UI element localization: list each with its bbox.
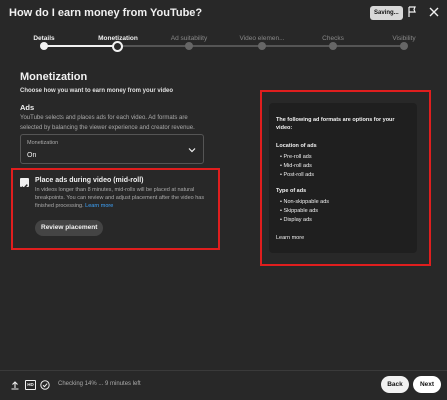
midroll-learn-more-link[interactable]: Learn more	[85, 203, 113, 209]
section-subtitle: Choose how you want to earn money from y…	[20, 88, 174, 94]
type-item: • Skippable ads	[280, 208, 319, 214]
monetization-dropdown[interactable]: Monetization On	[20, 134, 204, 164]
midroll-description: In videos longer than 8 minutes, mid-rol…	[35, 186, 215, 210]
dropdown-value: On	[27, 152, 37, 159]
location-heading: Location of ads	[276, 143, 317, 149]
step-label-video-elements[interactable]: Video elemen...	[239, 35, 284, 42]
ads-description: YouTube selects and places ads for each …	[20, 115, 195, 131]
midroll-checkbox[interactable]	[20, 178, 29, 190]
dropdown-label: Monetization	[27, 140, 59, 146]
location-item-text: Pre-roll ads	[283, 154, 312, 160]
ad-formats-intro: The following ad formats are options for…	[276, 117, 395, 131]
step-dot-monetization[interactable]	[112, 41, 123, 52]
back-button[interactable]: Back	[381, 376, 409, 393]
section-title: Monetization	[20, 71, 88, 83]
step-dot-video-elements[interactable]	[258, 42, 266, 50]
step-label-details[interactable]: Details	[33, 35, 54, 42]
dialog-title: How do I earn money from YouTube?	[9, 7, 203, 19]
type-item-text: Display ads	[283, 217, 312, 223]
step-dot-details[interactable]	[40, 42, 48, 50]
check-circle-icon[interactable]	[40, 380, 50, 390]
location-item: • Mid-roll ads	[280, 163, 312, 169]
processing-status: Checking 14% ... 9 minutes left	[58, 381, 141, 387]
type-item-text: Non-skippable ads	[283, 199, 330, 205]
location-item: • Post-roll ads	[280, 172, 315, 178]
location-item-text: Mid-roll ads	[283, 163, 312, 169]
type-item-text: Skippable ads	[283, 208, 319, 214]
step-label-checks[interactable]: Checks	[322, 35, 344, 42]
checkmark-icon	[21, 184, 28, 190]
step-dot-ad-suitability[interactable]	[185, 42, 193, 50]
step-dot-visibility[interactable]	[400, 42, 408, 50]
hd-icon[interactable]: HD	[25, 380, 36, 390]
type-item: • Display ads	[280, 217, 312, 223]
type-heading: Type of ads	[276, 188, 307, 194]
review-placement-button[interactable]: Review placement	[35, 220, 104, 236]
upload-stepper: Details Monetization Ad suitability Vide…	[0, 32, 447, 62]
hd-label: HD	[27, 382, 34, 387]
step-dot-checks[interactable]	[329, 42, 337, 50]
ads-heading: Ads	[20, 103, 35, 112]
ad-formats-learn-more-link[interactable]: Learn more	[276, 234, 304, 242]
upload-icon[interactable]	[10, 380, 20, 390]
step-connector	[44, 45, 118, 47]
chevron-down-icon	[188, 148, 196, 153]
close-icon[interactable]	[428, 6, 440, 18]
type-item: • Non-skippable ads	[280, 199, 330, 205]
midroll-title: Place ads during video (mid-roll)	[35, 177, 144, 184]
midroll-description-text: In videos longer than 8 minutes, mid-rol…	[35, 187, 205, 209]
step-label-visibility[interactable]: Visibility	[392, 35, 415, 42]
saving-badge: Saving...	[370, 6, 403, 20]
step-label-ad-suitability[interactable]: Ad suitability	[171, 35, 208, 42]
feedback-icon[interactable]	[406, 6, 418, 18]
location-item-text: Post-roll ads	[283, 172, 315, 178]
location-item: • Pre-roll ads	[280, 154, 312, 160]
next-button[interactable]: Next	[413, 376, 441, 393]
